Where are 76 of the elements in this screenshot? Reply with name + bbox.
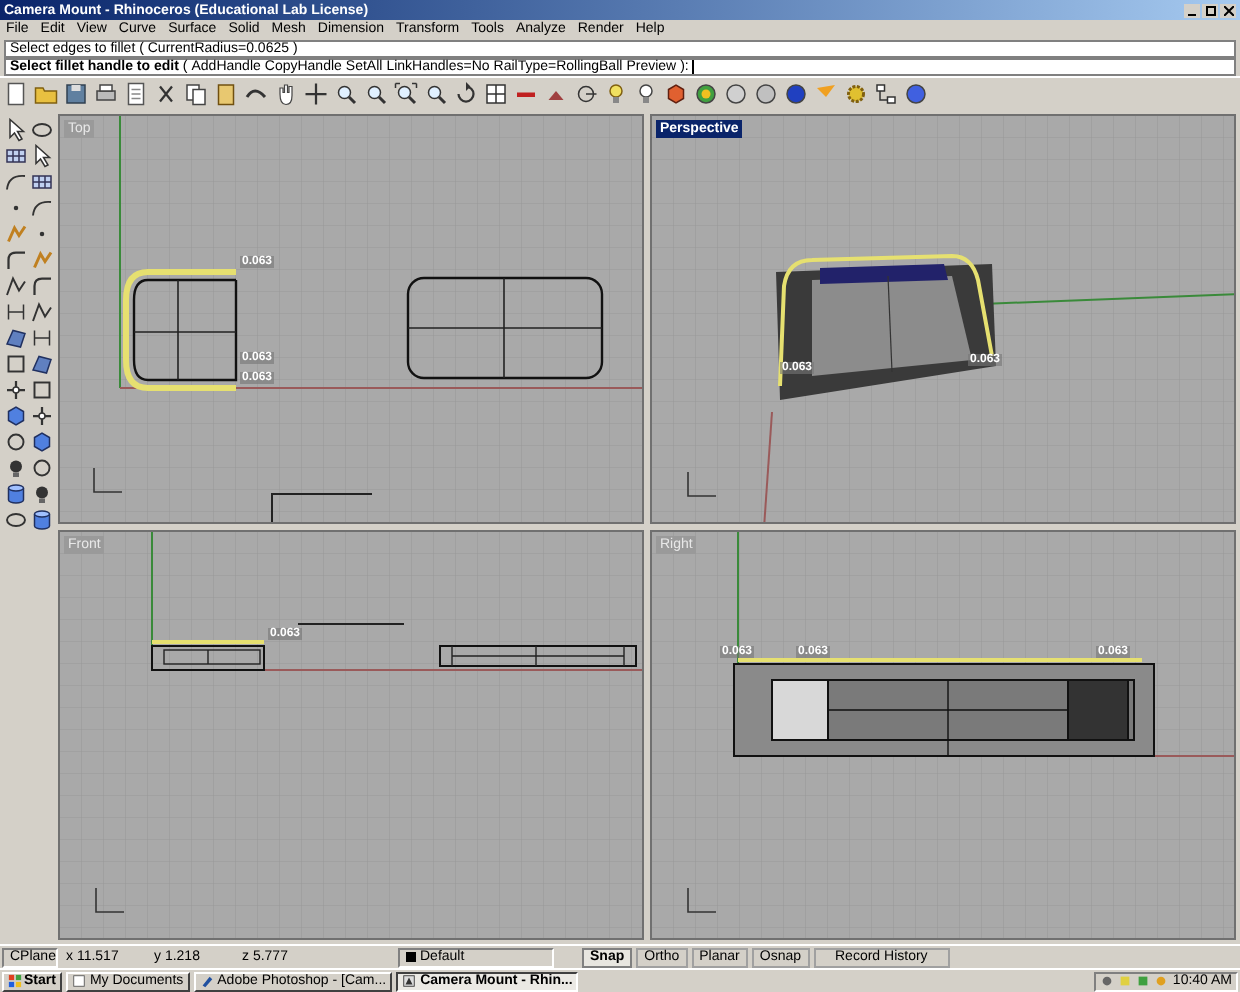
curve-icon[interactable] (3, 170, 27, 194)
app-icon (402, 974, 417, 988)
maximize-button[interactable] (1202, 3, 1218, 17)
cplane-axes-icon (95, 887, 125, 913)
y-axis-line (737, 532, 739, 665)
zoom-icon[interactable] (364, 82, 388, 106)
printer-icon[interactable] (94, 82, 118, 106)
brush-icon (199, 974, 214, 988)
fillet-edge-line (152, 640, 264, 644)
ellipse-icon[interactable] (3, 508, 27, 532)
minimize-button[interactable] (1184, 3, 1200, 17)
target-icon[interactable] (574, 82, 598, 106)
scissors-icon[interactable] (154, 82, 178, 106)
curve-icon[interactable] (29, 196, 53, 220)
mesh-icon[interactable] (3, 144, 27, 168)
minimize-icon (1188, 13, 1196, 17)
lightbulb-icon[interactable] (604, 82, 628, 106)
rotate-icon[interactable] (454, 82, 478, 106)
gear-icon[interactable] (844, 82, 868, 106)
polyline-icon[interactable] (3, 274, 27, 298)
curve-line (271, 493, 373, 522)
fillet-icon[interactable] (3, 248, 27, 272)
surface-icon[interactable] (29, 352, 53, 376)
maximize-icon (1205, 5, 1215, 15)
zoom-extents-icon[interactable] (394, 82, 418, 106)
polyline-icon[interactable] (29, 300, 53, 324)
hierarchy-icon[interactable] (874, 82, 898, 106)
circle-icon[interactable] (3, 430, 27, 454)
x-axis-line (1153, 755, 1234, 757)
shaded-sphere-icon[interactable] (694, 82, 718, 106)
split-icon[interactable] (3, 378, 27, 402)
folder-icon[interactable] (34, 82, 58, 106)
mesh-icon[interactable] (29, 170, 53, 194)
pointer-icon[interactable] (29, 144, 53, 168)
surface-icon[interactable] (3, 326, 27, 350)
copy-icon[interactable] (184, 82, 208, 106)
split-icon[interactable] (29, 404, 53, 428)
rectangle-icon[interactable] (3, 352, 27, 376)
cylinder-icon[interactable] (29, 508, 53, 532)
cplane-axes-icon (93, 467, 123, 493)
bulb-icon[interactable] (634, 82, 658, 106)
help-icon[interactable] (904, 82, 928, 106)
layer-swatch-icon (406, 952, 416, 962)
windows-logo-icon (8, 974, 22, 988)
circle-icon[interactable] (29, 456, 53, 480)
box-icon[interactable] (3, 404, 27, 428)
cylinder-icon[interactable] (3, 482, 27, 506)
x-axis-line (763, 411, 773, 522)
box-icon[interactable] (29, 430, 53, 454)
text-cursor (692, 60, 695, 74)
clipboard-icon[interactable] (214, 82, 238, 106)
sphere-icon[interactable] (784, 82, 808, 106)
cube-icon[interactable] (664, 82, 688, 106)
fillet-icon[interactable] (29, 274, 53, 298)
cplane-axes-icon (687, 887, 717, 913)
shaded-sphere-icon[interactable] (724, 82, 748, 106)
pan-icon[interactable] (304, 82, 328, 106)
curve-line (297, 623, 405, 625)
close-icon (1223, 5, 1233, 15)
pointer-icon[interactable] (3, 118, 27, 142)
cplane-axes-icon (687, 471, 717, 497)
close-button[interactable] (1220, 3, 1236, 17)
ellipse-icon[interactable] (29, 118, 53, 142)
four-viewports-icon[interactable] (484, 82, 508, 106)
part-outline-drawing (123, 269, 238, 391)
part-side-drawing (151, 645, 265, 671)
hand-icon[interactable] (274, 82, 298, 106)
network-icon (1100, 974, 1115, 988)
zoom-icon[interactable] (334, 82, 358, 106)
rectangle-icon[interactable] (29, 378, 53, 402)
new-document-icon[interactable] (4, 82, 28, 106)
document-icon[interactable] (124, 82, 148, 106)
dimension-icon[interactable] (29, 326, 53, 350)
zoom-icon[interactable] (424, 82, 448, 106)
dimension-icon[interactable] (3, 300, 27, 324)
shaded-sphere-icon[interactable] (754, 82, 778, 106)
